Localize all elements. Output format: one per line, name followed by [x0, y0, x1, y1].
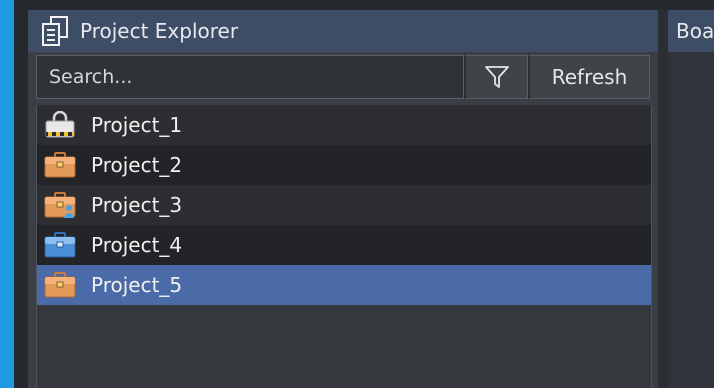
tree-item-label: Project_3	[91, 193, 183, 217]
right-panel-title: Boa	[676, 19, 714, 43]
filter-icon	[484, 66, 509, 88]
tree-item-project-4[interactable]: Project_4	[37, 225, 651, 265]
panel-title: Project Explorer	[80, 19, 239, 43]
shared-briefcase-icon	[44, 192, 76, 218]
project-explorer-icon	[42, 16, 68, 46]
right-panel-header: Boa	[668, 10, 714, 52]
left-accent-bar	[0, 0, 14, 388]
search-box	[36, 55, 464, 99]
tree-item-label: Project_4	[91, 233, 183, 257]
top-strip	[14, 0, 714, 10]
tree-item-label: Project_2	[91, 153, 183, 177]
tree-item-project-1[interactable]: Project_1	[37, 105, 651, 145]
search-input[interactable]	[47, 65, 451, 89]
tree-item-label: Project_5	[91, 273, 183, 297]
refresh-button[interactable]: Refresh	[528, 55, 650, 99]
blue-briefcase-icon	[44, 232, 76, 258]
left-gutter	[14, 0, 28, 388]
refresh-button-label: Refresh	[551, 65, 628, 89]
briefcase-icon	[44, 272, 76, 298]
briefcase-icon	[44, 152, 76, 178]
filter-button[interactable]	[464, 55, 528, 99]
tree-item-label: Project_1	[91, 113, 183, 137]
right-panel: Boa	[668, 10, 714, 388]
tree-item-project-2[interactable]: Project_2	[37, 145, 651, 185]
locked-project-icon	[45, 111, 75, 138]
explorer-toolbar: Refresh	[36, 55, 650, 99]
tree-item-project-5[interactable]: Project_5	[37, 265, 651, 305]
tree-item-project-3[interactable]: Project_3	[37, 185, 651, 225]
project-explorer-panel: Project Explorer Refresh Pr	[28, 10, 658, 388]
panel-header: Project Explorer	[28, 10, 658, 52]
project-tree: Project_1 Project_2 Project_3 Project_4 …	[36, 105, 652, 388]
